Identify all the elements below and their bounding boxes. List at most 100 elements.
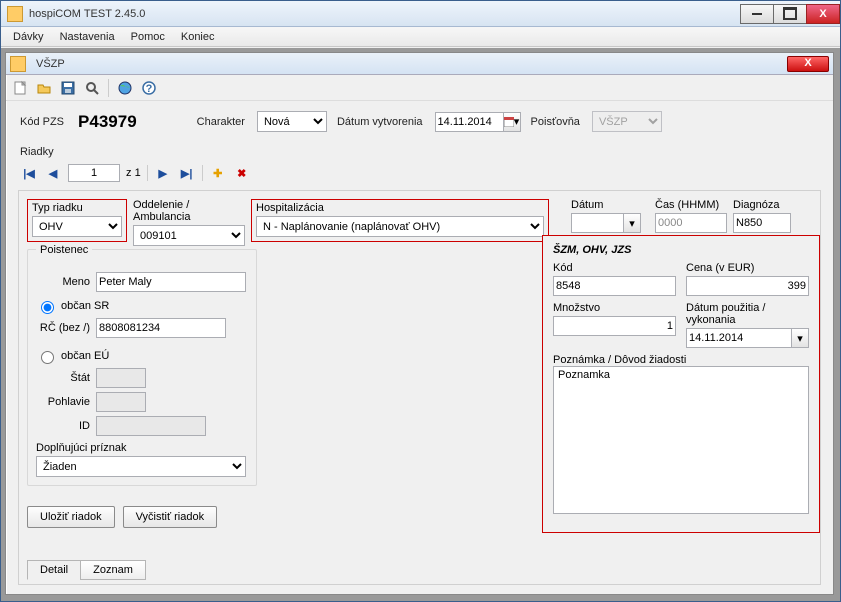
mdi-area: VŠZP X (1, 48, 840, 601)
calendar-icon[interactable]: ▾ (623, 213, 641, 233)
maximize-button[interactable] (773, 4, 807, 24)
menu-pomoc[interactable]: Pomoc (123, 29, 173, 45)
menu-nastavenia[interactable]: Nastavenia (52, 29, 123, 45)
cas-input[interactable] (655, 213, 727, 233)
diagnoza-label: Diagnóza (733, 199, 791, 211)
szm-datpouz-label: Dátum použitia / vykonania (686, 302, 809, 326)
obcan-sr-label: občan SR (61, 300, 109, 312)
stat-label: Štát (36, 372, 90, 384)
rc-label: RČ (bez /) (36, 322, 90, 334)
oddelenie-group: Oddelenie / Ambulancia 009101 (133, 199, 245, 246)
calendar-icon[interactable]: ▾ (503, 112, 521, 132)
typ-riadku-select[interactable]: OHV (32, 216, 122, 237)
diagnoza-input[interactable] (733, 213, 791, 233)
minimize-button[interactable] (740, 4, 774, 24)
header-row: Kód PZS P43979 Charakter Nová Dátum vytv… (6, 101, 833, 136)
poistovna-label: Poisťovňa (531, 116, 582, 128)
szm-cena-label: Cena (v EUR) (686, 262, 809, 274)
child-titlebar: VŠZP X (6, 53, 833, 75)
toolbar-separator (108, 79, 109, 97)
typ-riadku-label: Typ riadku (32, 202, 122, 214)
window-buttons: X (741, 4, 840, 24)
szm-group: ŠZM, OHV, JZS Kód Cena (v EUR) (542, 235, 820, 533)
menu-davky[interactable]: Dávky (5, 29, 52, 45)
svg-text:?: ? (146, 83, 153, 95)
poistovna-select[interactable]: VŠZP (592, 111, 662, 132)
datum-vytv-input[interactable] (435, 112, 503, 132)
typ-riadku-group: Typ riadku OHV (27, 199, 127, 242)
szm-datpouz-picker[interactable]: ▾ (686, 328, 809, 348)
szm-title: ŠZM, OHV, JZS (553, 244, 809, 256)
datum-picker[interactable]: ▾ (571, 213, 649, 233)
obcan-eu-radio[interactable] (41, 351, 54, 364)
detail-panel: Typ riadku OHV Oddelenie / Ambulancia 00… (18, 190, 821, 585)
add-row-icon[interactable]: ✚ (209, 164, 227, 182)
datum-group: Dátum ▾ (571, 199, 649, 233)
tab-zoznam[interactable]: Zoznam (80, 560, 146, 580)
id-input[interactable] (96, 416, 206, 436)
pohlavie-input[interactable] (96, 392, 146, 412)
oddelenie-select[interactable]: 009101 (133, 225, 245, 246)
delete-row-icon[interactable]: ✖ (233, 164, 251, 182)
datum-label: Dátum (571, 199, 649, 211)
tab-detail[interactable]: Detail (27, 560, 81, 580)
close-button[interactable]: X (806, 4, 840, 24)
oddelenie-label: Oddelenie / Ambulancia (133, 199, 245, 223)
datum-vytv-label: Dátum vytvorenia (337, 116, 425, 128)
hospitalizacia-label: Hospitalizácia (256, 202, 544, 214)
nav-first-icon[interactable]: |◀ (20, 164, 38, 182)
stat-input[interactable] (96, 368, 146, 388)
szm-kod-input[interactable] (553, 276, 676, 296)
nav-separator-2 (202, 165, 203, 181)
cas-group: Čas (HHMM) (655, 199, 727, 233)
obcan-eu-label: občan EÚ (61, 350, 109, 362)
rc-input[interactable] (96, 318, 226, 338)
nav-prev-icon[interactable]: ◀ (44, 164, 62, 182)
meno-label: Meno (36, 276, 90, 288)
child-app-icon (10, 56, 26, 72)
datum-vytv-picker[interactable]: ▾ (435, 112, 521, 132)
row-navigator: |◀ ◀ z 1 ▶ ▶| ✚ ✖ (6, 162, 833, 190)
id-label: ID (36, 420, 90, 432)
szm-datpouz-input[interactable] (686, 328, 791, 348)
nav-separator (147, 165, 148, 181)
charakter-select[interactable]: Nová (257, 111, 327, 132)
szm-pozn-textarea[interactable] (553, 366, 809, 514)
poistenec-title: Poistenec (36, 244, 92, 256)
pohlavie-label: Pohlavie (36, 396, 90, 408)
szm-pozn-label: Poznámka / Dôvod žiadosti (553, 354, 809, 366)
search-icon[interactable] (82, 78, 102, 98)
dopln-label: Doplňujúci príznak (36, 442, 248, 454)
globe-icon[interactable] (115, 78, 135, 98)
szm-mnoz-input[interactable] (553, 316, 676, 336)
riadky-label: Riadky (6, 136, 833, 162)
ulozit-button[interactable]: Uložiť riadok (27, 506, 115, 528)
app-title: hospiCOM TEST 2.45.0 (29, 8, 741, 20)
calendar-icon[interactable]: ▾ (791, 328, 809, 348)
nav-page-input[interactable] (68, 164, 120, 182)
nav-last-icon[interactable]: ▶| (178, 164, 196, 182)
save-icon[interactable] (58, 78, 78, 98)
vycistit-button[interactable]: Vyčistiť riadok (123, 506, 218, 528)
datum-input[interactable] (571, 213, 623, 233)
new-icon[interactable] (10, 78, 30, 98)
cas-label: Čas (HHMM) (655, 199, 727, 211)
open-icon[interactable] (34, 78, 54, 98)
app-icon (7, 6, 23, 22)
meno-input[interactable] (96, 272, 246, 292)
kod-pzs-label: Kód PZS (20, 116, 64, 128)
nav-next-icon[interactable]: ▶ (154, 164, 172, 182)
kod-pzs-value: P43979 (74, 112, 137, 132)
dopln-select[interactable]: Žiaden (36, 456, 246, 477)
obcan-sr-radio[interactable] (41, 301, 54, 314)
child-window: VŠZP X (5, 52, 834, 595)
help-icon[interactable]: ? (139, 78, 159, 98)
child-title: VŠZP (32, 58, 787, 70)
hospitalizacia-select[interactable]: N - Naplánovanie (naplánovať OHV) (256, 216, 544, 237)
poistenec-group: Poistenec Meno občan SR RČ (bez /) (27, 249, 257, 486)
menu-koniec[interactable]: Koniec (173, 29, 223, 45)
szm-mnoz-label: Množstvo (553, 302, 676, 314)
child-close-button[interactable]: X (787, 56, 829, 72)
szm-cena-input[interactable] (686, 276, 809, 296)
diagnoza-group: Diagnóza (733, 199, 791, 233)
